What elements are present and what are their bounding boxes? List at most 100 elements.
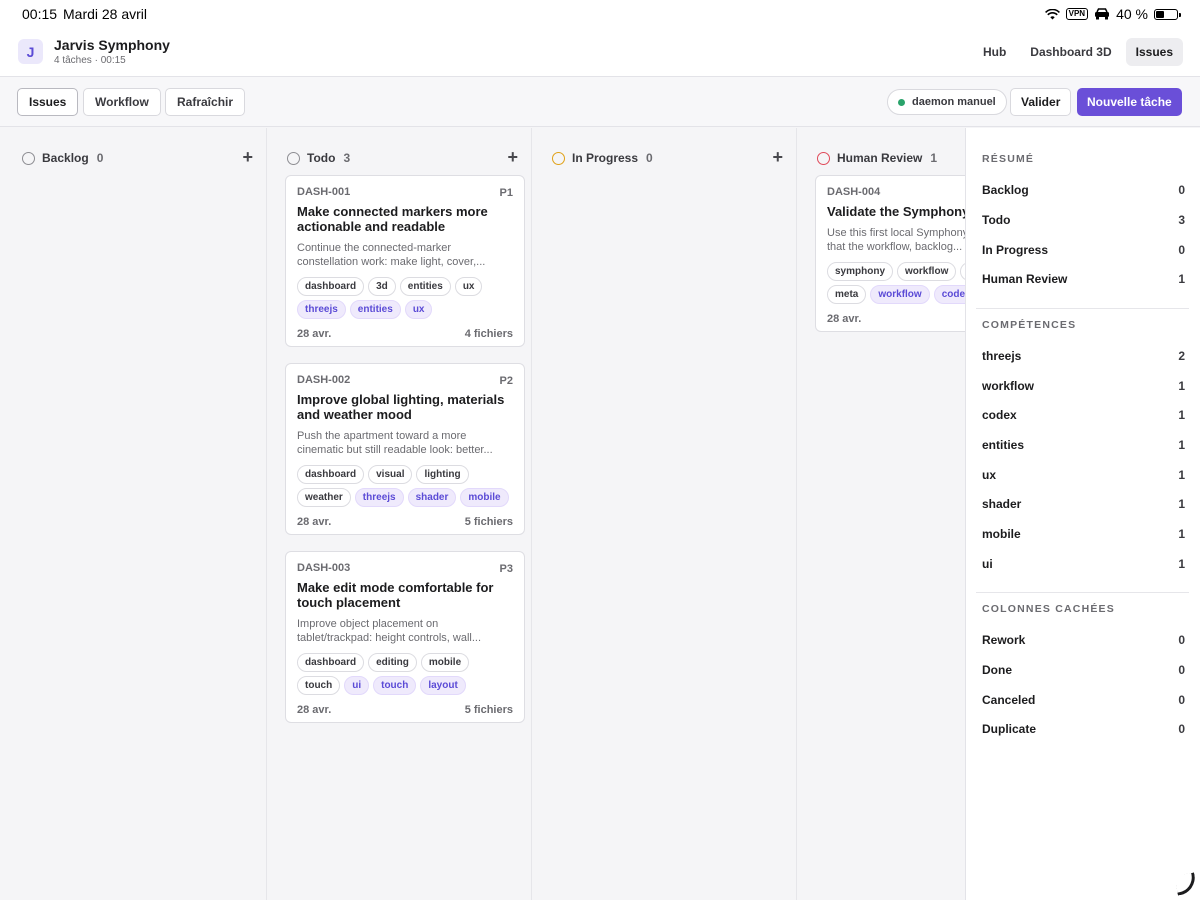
- row-value: 1: [1178, 557, 1185, 571]
- kanban-board: Backlog 0 + Todo 3 + DASH-001 P1 Make co…: [0, 128, 965, 900]
- daemon-status-button[interactable]: daemon manuel: [887, 89, 1007, 115]
- row-label: workflow: [982, 379, 1035, 393]
- row-value: 0: [1178, 633, 1185, 647]
- issue-title: Make edit mode comfortable for touch pla…: [297, 580, 494, 610]
- skill-tag: codex: [933, 285, 965, 304]
- issue-title: Make connected markers more actionable a…: [297, 204, 488, 234]
- issue-card[interactable]: DASH-002 P2 Improve global lighting, mat…: [285, 363, 525, 535]
- tag: ux: [454, 277, 483, 296]
- status-circle-icon: [552, 151, 565, 165]
- column-in-progress: In Progress 0 +: [532, 128, 797, 900]
- tag: 3d: [368, 277, 396, 296]
- issue-priority: P3: [499, 563, 513, 575]
- skill-tag: threejs: [354, 488, 404, 507]
- status-circle-icon: [22, 151, 35, 165]
- issue-description: Use this first local Symphony task to pr…: [827, 227, 965, 253]
- top-nav: Hub Dashboard 3D Issues: [973, 38, 1183, 66]
- card-footer: 28 avr.: [827, 313, 965, 331]
- row-label: shader: [982, 497, 1022, 511]
- tag: workflow: [897, 262, 957, 281]
- issue-id: DASH-001: [297, 186, 351, 198]
- status-date: Mardi 28 avril: [63, 6, 148, 22]
- issue-id: DASH-003: [297, 562, 351, 574]
- nav-issues[interactable]: Issues: [1125, 38, 1183, 66]
- new-task-button[interactable]: Nouvelle tâche: [1077, 88, 1182, 116]
- issue-files: 5 fichiers: [464, 516, 513, 528]
- card-footer: 28 avr. 5 fichiers: [297, 704, 513, 722]
- issue-priority: P1: [499, 187, 513, 199]
- toolbar: Issues Workflow Rafraîchir daemon manuel…: [0, 77, 1200, 127]
- tag: lighting: [416, 465, 469, 484]
- add-icon[interactable]: +: [772, 148, 783, 166]
- row-label: Duplicate: [982, 722, 1037, 736]
- skill-tag: ui: [344, 676, 370, 695]
- hidden-column-row[interactable]: Duplicate 0: [982, 722, 1185, 736]
- car-icon: [1095, 8, 1110, 20]
- issue-description: Continue the connected-marker constellat…: [297, 242, 486, 268]
- row-label: mobile: [982, 527, 1021, 541]
- row-value: 1: [1178, 438, 1185, 452]
- add-icon[interactable]: +: [242, 148, 253, 166]
- summary-row: Backlog 0: [982, 183, 1185, 197]
- row-value: 1: [1178, 272, 1185, 286]
- issue-card[interactable]: DASH-001 P1 Make connected markers more …: [285, 175, 525, 347]
- hidden-column-row[interactable]: Done 0: [982, 663, 1185, 677]
- skills-title: COMPÉTENCES: [982, 319, 1077, 331]
- row-label: In Progress: [982, 243, 1049, 257]
- skill-tag: workflow: [870, 285, 930, 304]
- row-label: entities: [982, 438, 1025, 452]
- column-backlog: Backlog 0 +: [2, 128, 267, 900]
- skill-tag: shader: [407, 488, 457, 507]
- skill-row: workflow 1: [982, 379, 1185, 393]
- row-value: 1: [1178, 379, 1185, 393]
- column-header: In Progress 0: [552, 151, 653, 165]
- tag-list: symphony workflow meta workflow codex: [827, 262, 965, 304]
- row-value: 1: [1178, 408, 1185, 422]
- status-indicators: VPN 40 %: [1044, 6, 1181, 22]
- row-label: codex: [982, 408, 1017, 422]
- app-header: J Jarvis Symphony 4 tâches · 00:15 Hub D…: [0, 28, 1200, 77]
- issue-date: 28 avr.: [827, 313, 862, 325]
- row-value: 0: [1178, 183, 1185, 197]
- column-name: In Progress: [572, 151, 639, 165]
- hidden-column-row[interactable]: Canceled 0: [982, 693, 1185, 707]
- hidden-column-row[interactable]: Rework 0: [982, 633, 1185, 647]
- issue-date: 28 avr.: [297, 516, 332, 528]
- avatar[interactable]: J: [18, 39, 43, 64]
- column-count: 1: [930, 151, 938, 165]
- issue-date: 28 avr.: [297, 704, 332, 716]
- refresh-button[interactable]: Rafraîchir: [165, 88, 246, 116]
- skill-row: mobile 1: [982, 527, 1185, 541]
- tag-list: dashboard editing mobile touch ui touch …: [297, 653, 513, 695]
- column-header: Todo 3: [287, 151, 350, 165]
- column-header: Backlog 0: [22, 151, 103, 165]
- issues-button[interactable]: Issues: [17, 88, 79, 116]
- column-count: 3: [343, 151, 351, 165]
- issue-card[interactable]: DASH-004 Validate the Symphony lab itsel…: [815, 175, 965, 332]
- tag: dashboard: [297, 653, 365, 672]
- workflow-button[interactable]: Workflow: [83, 88, 161, 116]
- skill-tag: mobile: [460, 488, 509, 507]
- summary-row: Human Review 1: [982, 272, 1185, 286]
- issue-description: Improve object placement on tablet/track…: [297, 618, 482, 644]
- tag: dashboard: [297, 277, 365, 296]
- row-value: 1: [1178, 497, 1185, 511]
- summary-title: RÉSUMÉ: [982, 153, 1035, 165]
- issue-id: DASH-004: [827, 186, 881, 198]
- daemon-label: daemon manuel: [912, 96, 996, 108]
- validate-button[interactable]: Valider: [1010, 88, 1072, 116]
- hidden-columns-title: COLONNES CACHÉES: [982, 603, 1115, 615]
- row-label: ux: [982, 468, 997, 482]
- nav-hub[interactable]: Hub: [973, 38, 1016, 66]
- page-title: Jarvis Symphony: [54, 37, 170, 53]
- add-icon[interactable]: +: [507, 148, 518, 166]
- skill-row: codex 1: [982, 408, 1185, 422]
- tag: visual: [368, 465, 413, 484]
- nav-dashboard-3d[interactable]: Dashboard 3D: [1020, 38, 1121, 66]
- skill-tag: layout: [420, 676, 466, 695]
- issue-card[interactable]: DASH-003 P3 Make edit mode comfortable f…: [285, 551, 525, 723]
- divider: [976, 592, 1189, 593]
- column-name: Todo: [307, 151, 336, 165]
- issue-date: 28 avr.: [297, 328, 332, 340]
- column-name: Backlog: [42, 151, 89, 165]
